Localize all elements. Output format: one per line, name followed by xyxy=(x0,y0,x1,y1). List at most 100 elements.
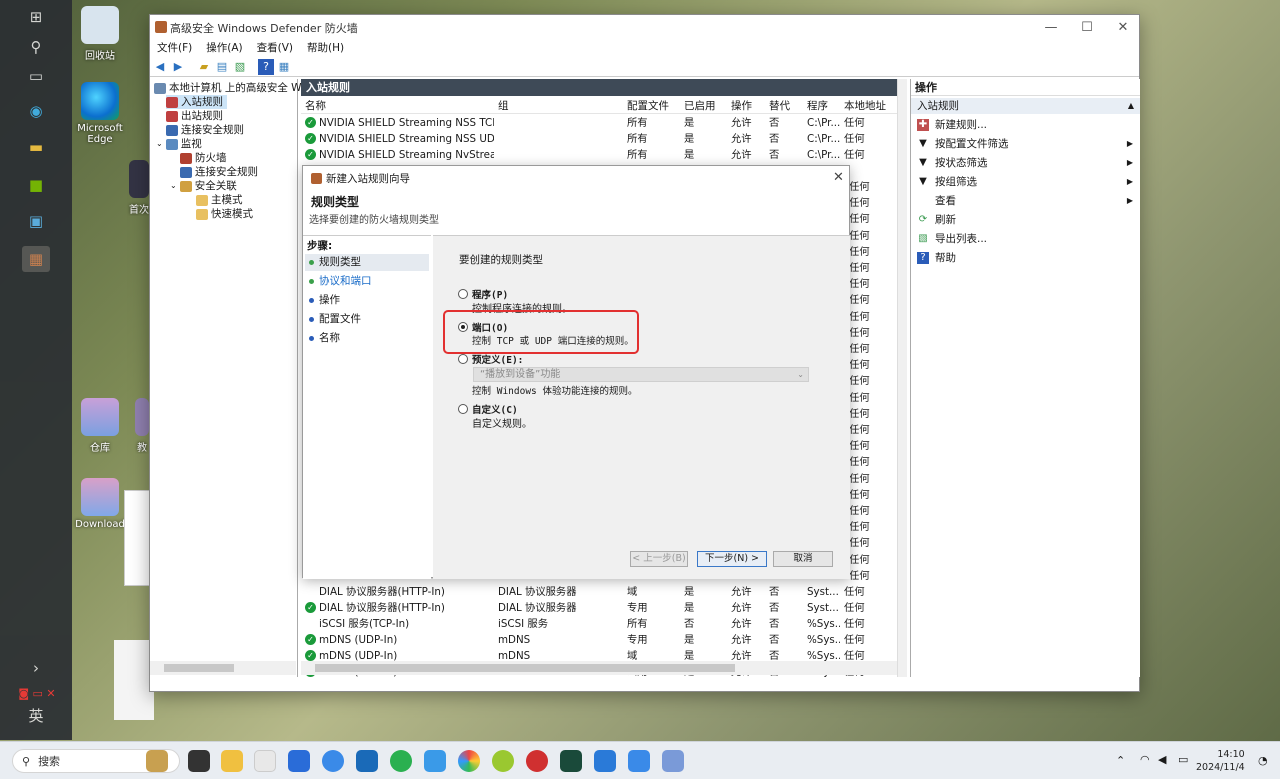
tree-item-connection-security-monitor[interactable]: 连接安全规则 xyxy=(180,165,258,179)
col-name[interactable]: 名称 xyxy=(305,98,326,114)
wifi-icon[interactable]: ◠ xyxy=(1140,753,1150,766)
warehouse-icon[interactable]: 仓库 xyxy=(70,398,130,454)
col-group[interactable]: 组 xyxy=(498,98,509,114)
edge-desktop-icon[interactable]: Microsoft Edge xyxy=(70,82,130,145)
maximize-button[interactable]: ☐ xyxy=(1072,18,1102,38)
table-row[interactable]: ✓ DIAL 协议服务器(HTTP-In) DIAL 协议服务器 专用 是 允许 否 Syst… xyxy=(301,600,897,616)
action-filter-group[interactable]: ▼ 按组筛选 ▶ xyxy=(917,174,1133,190)
col-enabled[interactable]: 已启用 xyxy=(684,98,716,114)
menu-action[interactable]: 操作(A) xyxy=(199,40,249,57)
notification-bell-icon[interactable]: ◔ xyxy=(1258,754,1268,767)
expand-icon[interactable]: ⌄ xyxy=(170,179,177,193)
up-folder-icon[interactable]: ▰ xyxy=(196,59,212,75)
app-icon[interactable] xyxy=(288,750,310,772)
action-export-list[interactable]: ▧ 导出列表... xyxy=(917,231,1133,247)
menu-file[interactable]: 文件(F) xyxy=(150,40,199,57)
action-refresh[interactable]: ⟳ 刷新 xyxy=(917,212,1133,228)
chat-icon[interactable] xyxy=(322,750,344,772)
tree-item-connection-security[interactable]: 连接安全规则 xyxy=(166,123,244,137)
table-row[interactable]: DIAL 协议服务器(HTTP-In) DIAL 协议服务器 域 是 允许 否 Syst..… xyxy=(301,584,897,600)
col-local-address[interactable]: 本地地址 xyxy=(844,98,886,114)
app-icon[interactable] xyxy=(526,750,548,772)
cancel-button[interactable]: 取消 xyxy=(773,551,833,567)
chevron-right-icon[interactable]: › xyxy=(22,655,50,681)
action-view[interactable]: 查看 ▶ xyxy=(917,193,1133,209)
mail-icon[interactable] xyxy=(356,750,378,772)
option-custom-label[interactable]: 自定义(C) xyxy=(472,402,518,416)
windows-start-icon[interactable]: ⊞ xyxy=(22,4,50,30)
tutorial-icon[interactable]: 教 xyxy=(134,398,150,454)
list-vertical-scrollbar[interactable] xyxy=(897,79,907,677)
col-override[interactable]: 替代 xyxy=(769,98,790,114)
radio-custom[interactable] xyxy=(458,404,468,414)
table-row[interactable]: ✓mDNS (UDP-In) mDNS 专用 是 允许 否 %Sys... 任何 xyxy=(301,632,897,648)
show-hide-tree-icon[interactable]: ▤ xyxy=(214,59,230,75)
col-profile[interactable]: 配置文件 xyxy=(627,98,669,114)
chrome-icon[interactable] xyxy=(458,750,480,772)
speaker-icon[interactable]: ◀ xyxy=(1158,753,1166,766)
minimize-button[interactable]: — xyxy=(1036,18,1066,38)
list-horizontal-scrollbar[interactable] xyxy=(301,661,897,675)
tree-item-inbound[interactable]: 入站规则 xyxy=(166,95,227,109)
tree-item-security-associations[interactable]: ⌄ 安全关联 xyxy=(170,179,237,193)
file-explorer-icon[interactable] xyxy=(221,750,243,772)
app-icon[interactable] xyxy=(254,750,276,772)
firewall-app-icon[interactable]: ▦ xyxy=(22,246,50,272)
firewall-taskbar-icon[interactable] xyxy=(662,750,684,772)
tree-root[interactable]: 本地计算机 上的高级安全 Windo xyxy=(154,81,324,95)
app-icon[interactable] xyxy=(560,750,582,772)
col-action[interactable]: 操作 xyxy=(731,98,752,114)
back-button[interactable]: < 上一步(B) xyxy=(630,551,688,567)
app-icon[interactable] xyxy=(424,750,446,772)
tree-item-monitoring[interactable]: ⌄ 监视 xyxy=(156,137,202,151)
properties-icon[interactable]: ▦ xyxy=(276,59,292,75)
tree-item-main-mode[interactable]: 主模式 xyxy=(196,193,243,207)
task-view-icon[interactable]: ▭ xyxy=(22,63,50,89)
action-help[interactable]: ? 帮助 xyxy=(917,250,1133,266)
action-new-rule[interactable]: ✚ 新建规则... xyxy=(917,117,1133,133)
actions-section-inbound[interactable]: 入站规则 ▲ xyxy=(911,98,1140,114)
collapse-icon[interactable]: ▲ xyxy=(1128,98,1134,114)
expand-icon[interactable]: ⌄ xyxy=(156,137,163,151)
menu-view[interactable]: 查看(V) xyxy=(250,40,300,57)
recycle-bin-icon[interactable]: 回收站 xyxy=(70,6,130,62)
action-filter-profile[interactable]: ▼ 按配置文件筛选 ▶ xyxy=(917,136,1133,152)
pharaoh-widget-icon[interactable] xyxy=(146,750,168,772)
tree-horizontal-scrollbar[interactable] xyxy=(150,661,296,675)
tree-item-firewall[interactable]: 防火墙 xyxy=(180,151,227,165)
radio-predefined[interactable] xyxy=(458,354,468,364)
app-icon[interactable] xyxy=(492,750,514,772)
help-icon[interactable]: ? xyxy=(258,58,274,75)
radio-program[interactable] xyxy=(458,289,468,299)
clock[interactable]: 14:10 2024/11/4 xyxy=(1196,748,1245,774)
app-icon[interactable] xyxy=(628,750,650,772)
language-indicator[interactable]: 英 xyxy=(22,702,50,728)
forward-arrow-icon[interactable]: ▶ xyxy=(170,59,186,75)
edge-icon[interactable]: ◉ xyxy=(22,98,50,124)
table-row[interactable]: iSCSI 服务(TCP-In) iSCSI 服务 所有 否 允许 否 %Sys... 任何 xyxy=(301,616,897,632)
download-icon[interactable]: Download xyxy=(70,478,130,530)
step-protocol-ports[interactable]: 协议和端口 xyxy=(305,273,429,290)
tree-item-outbound[interactable]: 出站规则 xyxy=(166,109,223,123)
table-row[interactable]: ✓NVIDIA SHIELD Streaming NSS UDP Ex... 所有… xyxy=(301,131,897,147)
search-icon[interactable]: ⚲ xyxy=(22,34,50,60)
app-icon[interactable] xyxy=(594,750,616,772)
export-icon[interactable]: ▧ xyxy=(232,59,248,75)
table-row[interactable]: ✓NVIDIA SHIELD Streaming NSS TCP Exc... 所… xyxy=(301,115,897,131)
folder-icon[interactable]: ▬ xyxy=(22,134,50,160)
chevron-up-icon[interactable]: ⌃ xyxy=(1116,754,1125,767)
close-button[interactable]: ✕ xyxy=(1108,18,1138,38)
next-button[interactable]: 下一步(N) > xyxy=(697,551,767,567)
action-filter-state[interactable]: ▼ 按状态筛选 ▶ xyxy=(917,155,1133,171)
option-program-label[interactable]: 程序(P) xyxy=(472,287,508,301)
task-view-icon[interactable] xyxy=(188,750,210,772)
col-program[interactable]: 程序 xyxy=(807,98,828,114)
back-arrow-icon[interactable]: ◀ xyxy=(152,59,168,75)
predefined-select[interactable]: “播放到设备”功能 ⌄ xyxy=(473,367,809,382)
option-predefined-label[interactable]: 预定义(E): xyxy=(472,352,523,366)
tree-item-quick-mode[interactable]: 快速模式 xyxy=(196,207,253,221)
wizard-close-button[interactable]: ✕ xyxy=(833,170,844,185)
table-row[interactable]: ✓NVIDIA SHIELD Streaming NvStreamer ... 所… xyxy=(301,147,897,163)
monitor-app-icon[interactable]: ▣ xyxy=(22,208,50,234)
battery-icon[interactable]: ▭ xyxy=(1178,753,1188,766)
